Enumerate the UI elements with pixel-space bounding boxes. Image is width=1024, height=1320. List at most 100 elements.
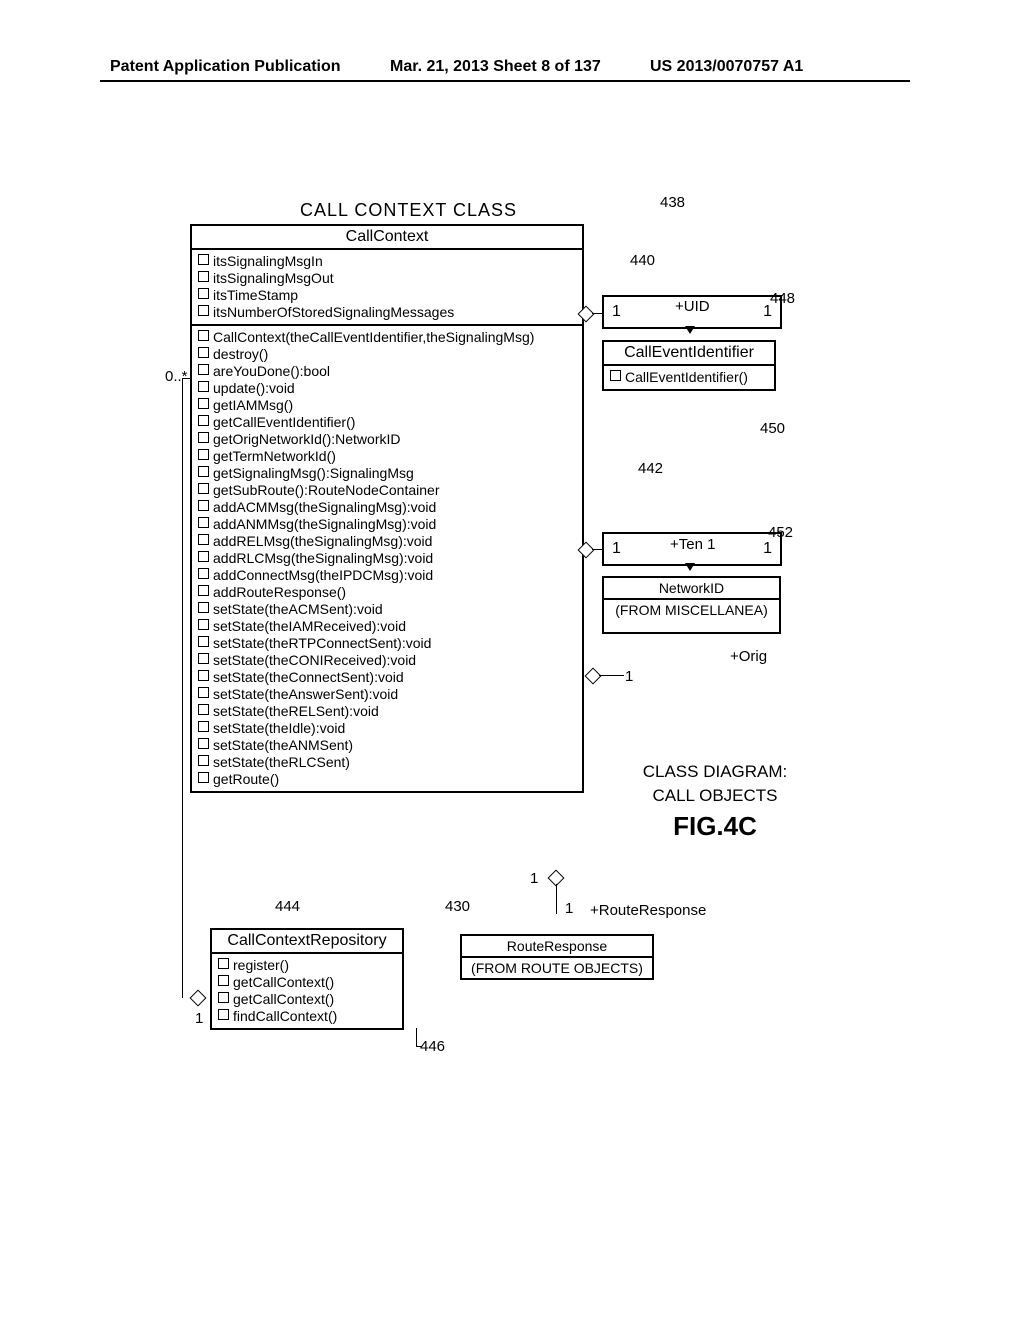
uml-member: setState(theAnswerSent):void (198, 686, 576, 703)
header-left: Patent Application Publication (110, 58, 341, 76)
ref-438: 438 (660, 194, 685, 211)
uml-member: itsTimeStamp (198, 287, 576, 304)
member-text: itsTimeStamp (213, 287, 298, 303)
uml-member: CallContext(theCallEventIdentifier,theSi… (198, 329, 576, 346)
uml-member: getTermNetworkId() (198, 448, 576, 465)
class-title: CallEventIdentifier (604, 342, 774, 366)
visibility-icon (198, 381, 209, 392)
role-orig: +Orig (730, 648, 767, 665)
visibility-icon (198, 636, 209, 647)
member-text: itsSignalingMsgIn (213, 253, 323, 269)
mult: 1 (612, 303, 621, 321)
visibility-icon (198, 254, 209, 265)
member-text: getOrigNetworkId():NetworkID (213, 431, 401, 447)
visibility-icon (198, 483, 209, 494)
class-callcontextrepository: CallContextRepository register()getCallC… (210, 928, 404, 1030)
uml-member: update():void (198, 380, 576, 397)
member-text: itsSignalingMsgOut (213, 270, 334, 286)
visibility-icon (198, 517, 209, 528)
visibility-icon (198, 585, 209, 596)
uml-member: getCallEventIdentifier() (198, 414, 576, 431)
member-text: getTermNetworkId() (213, 448, 336, 464)
visibility-icon (198, 551, 209, 562)
caption-line1: CLASS DIAGRAM: (625, 760, 805, 784)
visibility-icon (198, 772, 209, 783)
member-text: CallContext(theCallEventIdentifier,theSi… (213, 329, 534, 345)
class-routeresponse: RouteResponse (FROM ROUTE OBJECTS) (460, 934, 654, 980)
visibility-icon (218, 1009, 229, 1020)
ref-430: 430 (445, 898, 470, 915)
member-text: getCallContext() (233, 991, 334, 1007)
uml-member: setState(theACMSent):void (198, 601, 576, 618)
mult: 1 (763, 540, 772, 558)
uml-member: addACMMsg(theSignalingMsg):void (198, 499, 576, 516)
member-text: setState(theRTPConnectSent):void (213, 635, 431, 651)
class-title: CallContext (192, 226, 582, 250)
mult: 1 (195, 1010, 203, 1027)
visibility-icon (198, 305, 209, 316)
figure-label: FIG.4C (625, 814, 805, 838)
uml-member: setState(theANMSent) (198, 737, 576, 754)
visibility-icon (198, 271, 209, 282)
uml-member: getCallContext() (218, 974, 396, 991)
visibility-icon (198, 755, 209, 766)
visibility-icon (198, 687, 209, 698)
mult-left: 0..* (165, 368, 188, 385)
member-text: setState(theANMSent) (213, 737, 353, 753)
uml-member: itsNumberOfStoredSignalingMessages (198, 304, 576, 321)
member-text: getIAMMsg() (213, 397, 293, 413)
class-title: RouteResponse (462, 936, 652, 958)
visibility-icon (198, 653, 209, 664)
member-text: areYouDone():bool (213, 363, 330, 379)
uml-member: setState(theRTPConnectSent):void (198, 635, 576, 652)
ops-section: register()getCallContext()getCallContext… (212, 954, 402, 1028)
visibility-icon (198, 738, 209, 749)
class-calleventidentifier: CallEventIdentifier CallEventIdentifier(… (602, 340, 776, 391)
visibility-icon (218, 975, 229, 986)
ops-section: CallContext(theCallEventIdentifier,theSi… (192, 326, 582, 791)
member-text: setState(theAnswerSent):void (213, 686, 398, 702)
visibility-icon (198, 534, 209, 545)
visibility-icon (198, 449, 209, 460)
member-text: addRouteResponse() (213, 584, 346, 600)
ops-section: CallEventIdentifier() (604, 366, 774, 389)
member-text: getSubRoute():RouteNodeContainer (213, 482, 439, 498)
class-title: NetworkID (604, 578, 779, 600)
visibility-icon (198, 721, 209, 732)
uml-member: itsSignalingMsgOut (198, 270, 576, 287)
visibility-icon (198, 670, 209, 681)
member-text: addRLCMsg(theSignalingMsg):void (213, 550, 433, 566)
ref-452: 452 (768, 524, 793, 541)
uml-member: destroy() (198, 346, 576, 363)
uml-member: addRELMsg(theSignalingMsg):void (198, 533, 576, 550)
visibility-icon (198, 398, 209, 409)
mult: 1 (612, 540, 621, 558)
visibility-icon (198, 568, 209, 579)
uml-member: setState(theIAMReceived):void (198, 618, 576, 635)
uml-member: areYouDone():bool (198, 363, 576, 380)
class-networkid: NetworkID (FROM MISCELLANEA) (602, 576, 781, 634)
uml-member: getRoute() (198, 771, 576, 788)
class-callcontext: CallContext itsSignalingMsgInitsSignalin… (190, 224, 584, 793)
uml-member: getSignalingMsg():SignalingMsg (198, 465, 576, 482)
class-sub: (FROM ROUTE OBJECTS) (462, 958, 652, 978)
member-text: setState(theIAMReceived):void (213, 618, 406, 634)
member-text: setState(theCONIReceived):void (213, 652, 416, 668)
attrs-section: itsSignalingMsgInitsSignalingMsgOutitsTi… (192, 250, 582, 326)
member-text: setState(theRLCSent) (213, 754, 350, 770)
ref-450: 450 (760, 420, 785, 437)
member-text: setState(theACMSent):void (213, 601, 383, 617)
ref-442: 442 (638, 460, 663, 477)
diagram-title: CALL CONTEXT CLASS (300, 200, 517, 221)
visibility-icon (198, 500, 209, 511)
diamond-icon (585, 668, 602, 685)
caption-line2: CALL OBJECTS (625, 784, 805, 808)
uml-member: getSubRoute():RouteNodeContainer (198, 482, 576, 499)
role-routeresponse: +RouteResponse (590, 902, 706, 919)
ref-446: 446 (420, 1038, 445, 1055)
ref-444: 444 (275, 898, 300, 915)
ref-440: 440 (630, 252, 655, 269)
uml-member: addRLCMsg(theSignalingMsg):void (198, 550, 576, 567)
diamond-icon (190, 990, 207, 1007)
member-text: addRELMsg(theSignalingMsg):void (213, 533, 432, 549)
